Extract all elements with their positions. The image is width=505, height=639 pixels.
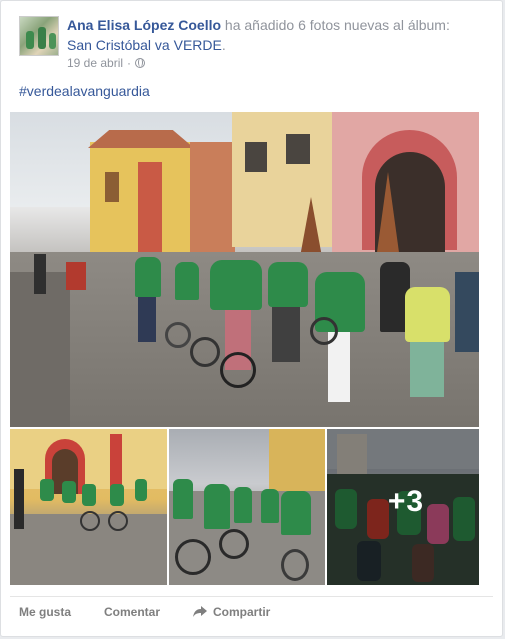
globe-icon[interactable]: [135, 58, 146, 68]
share-button[interactable]: Compartir: [193, 605, 270, 619]
author-avatar[interactable]: [19, 16, 59, 56]
comment-button[interactable]: Comentar: [104, 605, 193, 619]
photo-thumbnail-2[interactable]: [10, 429, 167, 585]
story-headline: Ana Elisa López Coello ha añadido 6 foto…: [67, 15, 457, 55]
photo-thumbnail-3[interactable]: [169, 429, 325, 585]
timestamp-link[interactable]: 19 de abril: [67, 56, 123, 70]
album-link[interactable]: San Cristóbal va VERDE: [67, 37, 222, 53]
story-actions: Me gusta Comentar Compartir: [19, 605, 270, 619]
more-photos-overlay[interactable]: +3: [327, 429, 479, 585]
actions-divider: [10, 596, 493, 597]
share-arrow-icon: [193, 606, 207, 618]
story-meta: 19 de abril ·: [67, 56, 146, 70]
action-text: ha añadido 6 fotos nuevas al álbum:: [221, 17, 450, 33]
author-name-link[interactable]: Ana Elisa López Coello: [67, 17, 221, 33]
photo-thumbnail-4-more[interactable]: +3: [327, 429, 479, 585]
hashtag-link[interactable]: #verdealavanguardia: [19, 83, 150, 99]
like-button[interactable]: Me gusta: [19, 605, 104, 619]
main-photo[interactable]: [10, 112, 479, 427]
story-header: Ana Elisa López Coello ha añadido 6 foto…: [19, 14, 492, 74]
more-photos-count: +3: [387, 485, 425, 518]
meta-separator: ·: [127, 56, 132, 70]
feed-story-card: Ana Elisa López Coello ha añadido 6 foto…: [0, 0, 503, 637]
share-label: Compartir: [213, 605, 271, 619]
album-suffix: .: [221, 37, 226, 53]
